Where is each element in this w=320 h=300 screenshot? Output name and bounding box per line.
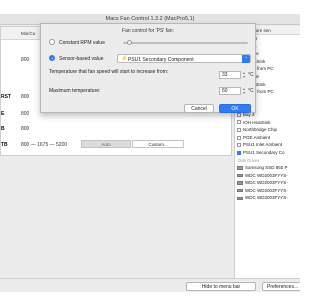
sensor-item[interactable]: POE Ambient (235, 134, 300, 142)
sensor-checkbox[interactable] (237, 143, 241, 148)
bottom-bar: Hide to menu bar Preferences... (0, 278, 300, 292)
hide-to-menu-bar-button[interactable]: Hide to menu bar (186, 282, 256, 291)
disk-drive-item[interactable]: WDC WD2003FYYS- (235, 194, 300, 202)
preferences-button[interactable]: Preferences... (262, 282, 300, 291)
sensor-checkbox[interactable] (237, 112, 241, 117)
sensor-label: Northbridge Chip (243, 127, 278, 133)
constant-rpm-radio[interactable] (49, 39, 55, 45)
lightning-icon: ⚡ (121, 56, 128, 62)
disk-drive-item[interactable]: WDC WD2003FYYS- (235, 187, 300, 195)
sensor-item[interactable]: PSU1 Secondary Co (235, 149, 300, 157)
hard-drive-icon (237, 196, 243, 201)
fan-name: TB (1, 142, 8, 148)
min-rpm-column-header: Min/Cu (21, 31, 36, 36)
sensor-label: IOH HeatSink (243, 119, 271, 125)
fan-rpm: 800 (21, 94, 30, 100)
sensor-label: PSU1 Secondary Co (243, 149, 285, 155)
sensor-checkbox[interactable] (237, 127, 241, 132)
fan-name: B (1, 126, 5, 132)
sensor-label: WDC WD2003FYYS- (245, 172, 288, 178)
max-temperature-label: Maximum temperature: (49, 88, 101, 94)
sensor-label: WDC WD2003FYYS- (245, 187, 288, 193)
disk-drive-item[interactable]: WDC WD2003FYYS- (235, 172, 300, 180)
rpm-slider-track[interactable] (123, 42, 248, 44)
max-temperature-stepper[interactable]: ▲ ▼ (242, 87, 246, 95)
fan-rpm: 800 (21, 57, 30, 63)
auto-button[interactable]: Auto (81, 140, 131, 148)
ok-button[interactable]: OK (219, 104, 251, 113)
sensor-label: POE Ambient (243, 134, 271, 140)
start-temperature-label: Temperature that fan speed will start to… (49, 69, 169, 75)
hard-drive-icon (237, 181, 243, 185)
fan-rpm: 800 (21, 111, 30, 117)
chevron-updown-icon: ⌃ (242, 55, 250, 63)
fan-name: E (1, 111, 5, 117)
constant-rpm-label: Constant RPM value (59, 39, 105, 46)
sensor-group-header: Disk Drives (238, 157, 260, 163)
sensor-checkbox[interactable] (237, 135, 241, 140)
sensor-item[interactable]: Northbridge Chip (235, 126, 300, 134)
fan-rpm: 800 (21, 126, 30, 132)
sensor-label: WDC WD2003FYYS- (245, 180, 288, 186)
fan-rpm: 800 — 1675 — 5200 (21, 142, 68, 148)
start-temperature-stepper[interactable]: ▲ ▼ (242, 71, 246, 79)
fan-control-dialog: Fan control for 'PS' fan: Constant RPM v… (40, 23, 256, 113)
custom-button[interactable]: Custom... (132, 140, 184, 148)
hard-drive-icon (237, 188, 243, 193)
sensor-label: Samsung SSD 850 P (245, 165, 288, 171)
sensor-select[interactable]: ⚡ PSU1 Secondary Component ⌃ (117, 54, 251, 63)
hard-drive-icon (237, 166, 243, 170)
dialog-title: Fan control for 'PS' fan: (122, 28, 174, 34)
cancel-button[interactable]: Cancel (184, 104, 214, 113)
sensor-based-radio[interactable] (49, 55, 55, 61)
sensor-label: WDC WD2003FYYS- (245, 195, 288, 201)
sensor-label: PSU1 Inlet Ambient (243, 142, 283, 148)
sensor-checkbox[interactable] (237, 150, 241, 155)
disk-drive-item[interactable]: Samsung SSD 850 P (235, 164, 300, 172)
sensor-checkbox[interactable] (237, 120, 241, 125)
disk-drive-item[interactable]: WDC WD2003FYYS- (235, 179, 300, 187)
start-temperature-field[interactable]: 33 (219, 71, 241, 79)
hard-drive-icon (237, 173, 243, 178)
fan-name: RST (1, 94, 11, 100)
sensor-based-label: Sensor-based value (59, 56, 104, 62)
max-temperature-unit: °C (248, 88, 254, 94)
selected-sensor: PSU1 Secondary Component (128, 56, 194, 63)
max-temperature-field[interactable]: 60 (219, 87, 241, 95)
rpm-slider-knob[interactable] (127, 40, 132, 45)
sensor-item[interactable]: PSU1 Inlet Ambient (235, 141, 300, 149)
start-temperature-unit: °C (248, 72, 254, 78)
sensor-item[interactable]: IOH HeatSink (235, 119, 300, 127)
